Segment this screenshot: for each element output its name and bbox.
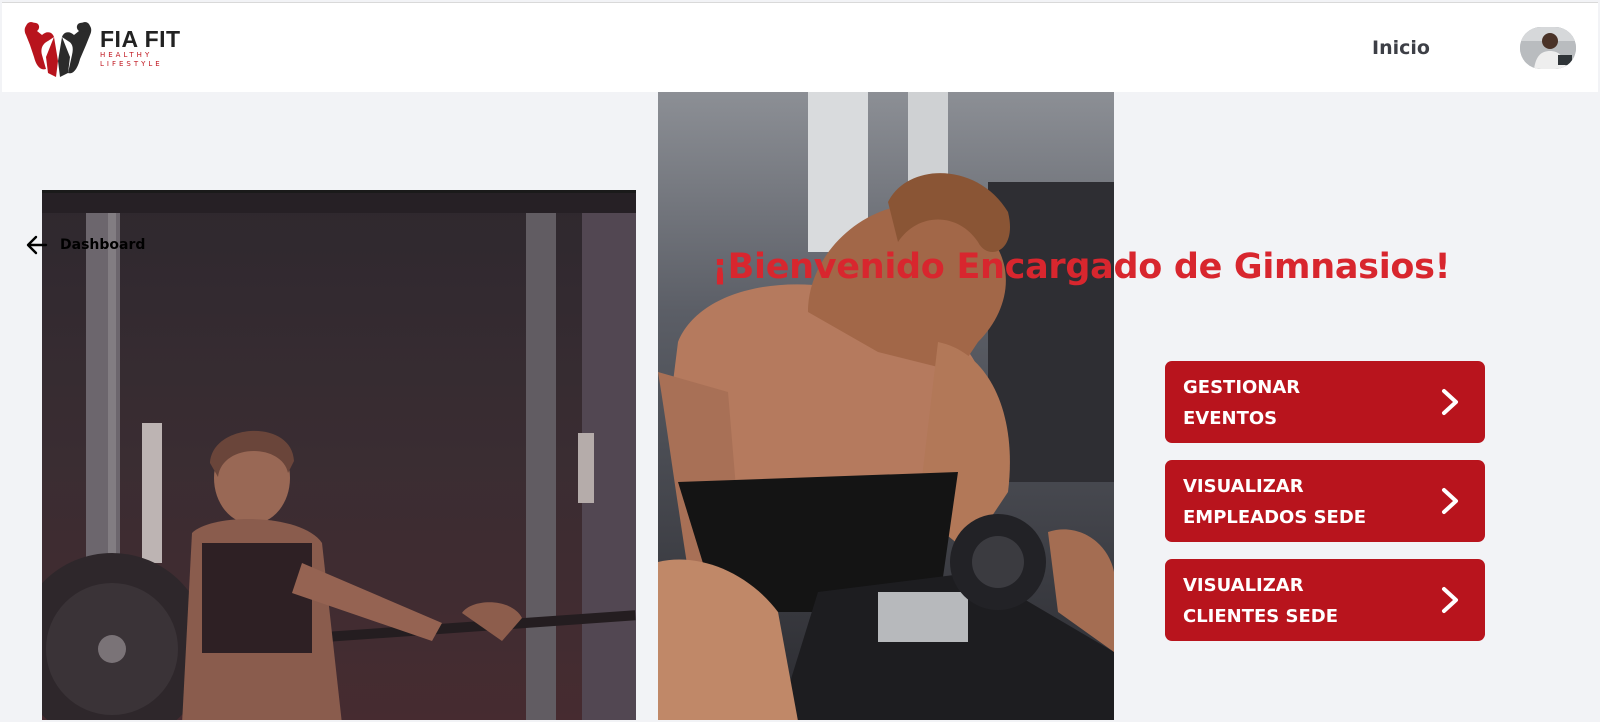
brand-tagline-1: HEALTHY xyxy=(100,51,153,59)
back-to-dashboard-link[interactable]: Dashboard xyxy=(26,233,145,257)
button-label-line1: VISUALIZAR xyxy=(1183,476,1304,497)
nav-link-inicio[interactable]: Inicio xyxy=(1372,37,1430,59)
avatar-photo-icon xyxy=(1520,27,1576,69)
brand-tagline-2: LIFESTYLE xyxy=(100,60,163,68)
chevron-right-icon xyxy=(1442,389,1458,415)
button-label-line2: CLIENTES SEDE xyxy=(1183,606,1339,627)
button-label-line1: VISUALIZAR xyxy=(1183,575,1304,596)
gym-photo-man-dumbbell xyxy=(658,92,1114,720)
manage-events-button[interactable]: GESTIONAR EVENTOS xyxy=(1165,361,1485,443)
button-label-line2: EVENTOS xyxy=(1183,408,1278,429)
gym-photo-woman-barbell xyxy=(42,190,636,720)
dashboard-label: Dashboard xyxy=(60,237,146,253)
page-title: ¡Bienvenido Encargado de Gimnasios! xyxy=(712,247,1451,287)
view-clients-button[interactable]: VISUALIZAR CLIENTES SEDE xyxy=(1165,559,1485,641)
chevron-right-icon xyxy=(1442,587,1458,613)
flexing-arms-logo-icon xyxy=(24,22,92,77)
view-employees-button[interactable]: VISUALIZAR EMPLEADOS SEDE xyxy=(1165,460,1485,542)
arrow-left-icon xyxy=(26,235,48,255)
chevron-right-icon xyxy=(1442,488,1458,514)
brand-logo[interactable]: FIA FIT HEALTHY LIFESTYLE xyxy=(18,17,194,79)
button-label-line1: GESTIONAR xyxy=(1183,377,1301,398)
brand-name: FIA FIT xyxy=(100,26,181,52)
top-navbar: FIA FIT HEALTHY LIFESTYLE Inicio xyxy=(2,3,1598,92)
user-avatar[interactable] xyxy=(1520,27,1576,69)
app-frame: FIA FIT HEALTHY LIFESTYLE Inicio Dashboa… xyxy=(2,2,1598,720)
button-label-line2: EMPLEADOS SEDE xyxy=(1183,507,1367,528)
